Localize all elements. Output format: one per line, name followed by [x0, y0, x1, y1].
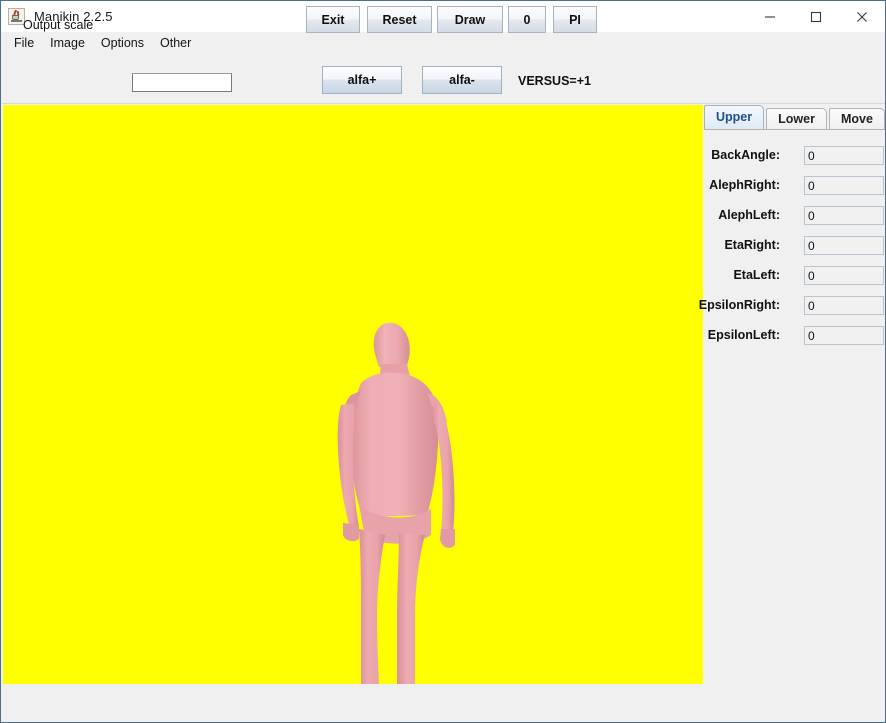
bottom-button-bar: [2, 685, 885, 722]
tab-strip: Upper Lower Move: [704, 105, 885, 129]
tab-upper[interactable]: Upper: [704, 105, 765, 129]
exit-button[interactable]: Exit: [306, 6, 360, 33]
close-button[interactable]: [839, 1, 885, 32]
manikin-figure: [337, 322, 455, 684]
field-row-backangle: BackAngle:: [704, 146, 885, 166]
zero-button[interactable]: 0: [508, 6, 546, 33]
field-row-etaright: EtaRight:: [704, 236, 885, 256]
maximize-button[interactable]: [793, 1, 839, 32]
alfa-plus-button[interactable]: alfa+: [322, 66, 402, 94]
etaleft-label: EtaLeft:: [733, 268, 780, 282]
manikin-viewport-canvas[interactable]: [3, 105, 703, 684]
epsilonright-input[interactable]: [804, 296, 884, 315]
output-scale-input[interactable]: [132, 73, 232, 92]
epsilonleft-input[interactable]: [804, 326, 884, 345]
etaright-label: EtaRight:: [724, 238, 780, 252]
field-row-epsilonleft: EpsilonLeft:: [704, 326, 885, 346]
menu-item-options[interactable]: Options: [95, 34, 154, 52]
application-window: Manikin 2.2.5 File Image Options Other O…: [0, 0, 886, 723]
tab-lower[interactable]: Lower: [766, 108, 827, 129]
reset-button[interactable]: Reset: [367, 6, 432, 33]
field-row-alephright: AlephRight:: [704, 176, 885, 196]
etaleft-input[interactable]: [804, 266, 884, 285]
alephright-label: AlephRight:: [709, 178, 780, 192]
versus-indicator: VERSUS=+1: [518, 74, 591, 88]
pi-button[interactable]: PI: [553, 6, 597, 33]
minimize-button[interactable]: [747, 1, 793, 32]
menu-item-other[interactable]: Other: [154, 34, 201, 52]
field-row-etaleft: EtaLeft:: [704, 266, 885, 286]
backangle-input[interactable]: [804, 146, 884, 165]
tab-content-upper: BackAngle: AlephRight: AlephLeft: EtaRig…: [699, 129, 885, 684]
field-row-epsilonright: EpsilonRight:: [699, 296, 885, 316]
menu-item-image[interactable]: Image: [44, 34, 95, 52]
alephleft-label: AlephLeft:: [718, 208, 780, 222]
window-controls: [747, 1, 885, 32]
menu-bar: File Image Options Other: [2, 32, 885, 54]
output-scale-label: Output scale: [23, 18, 94, 32]
epsilonleft-label: EpsilonLeft:: [707, 328, 780, 342]
alephright-input[interactable]: [804, 176, 884, 195]
alfa-minus-button[interactable]: alfa-: [422, 66, 502, 94]
alephleft-input[interactable]: [804, 206, 884, 225]
draw-button[interactable]: Draw: [437, 6, 503, 33]
field-row-alephleft: AlephLeft:: [704, 206, 885, 226]
parameters-side-panel: Upper Lower Move BackAngle: AlephRight: …: [699, 105, 885, 684]
maximize-icon: [810, 11, 822, 22]
minimize-icon: [765, 15, 775, 18]
close-icon: [857, 11, 867, 22]
epsilonright-label: EpsilonRight:: [698, 298, 780, 312]
tab-move[interactable]: Move: [828, 108, 885, 129]
backangle-label: BackAngle:: [711, 148, 780, 162]
etaright-input[interactable]: [804, 236, 884, 255]
menu-item-file[interactable]: File: [8, 34, 44, 52]
